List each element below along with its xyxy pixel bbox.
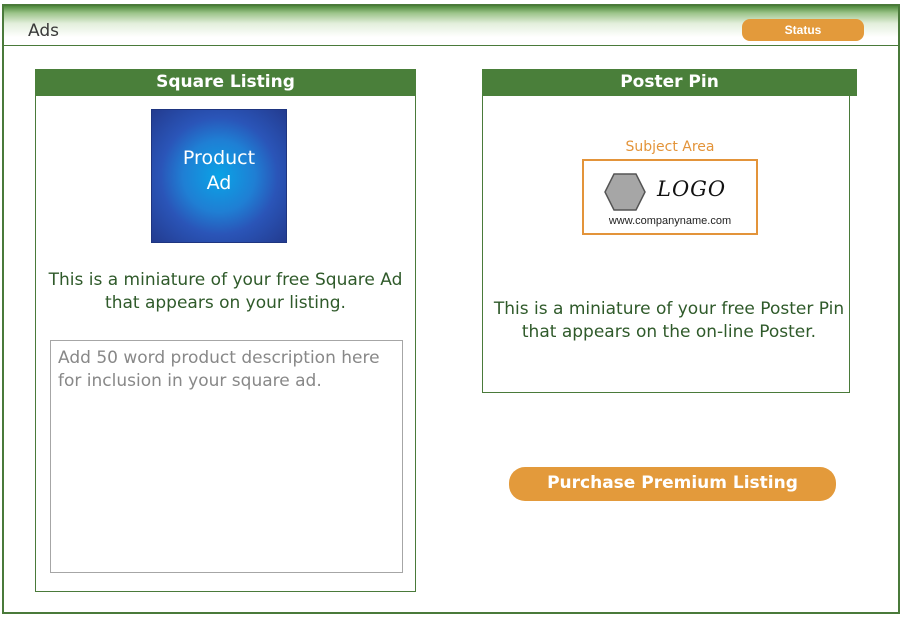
purchase-premium-button[interactable]: Purchase Premium Listing Features (509, 467, 836, 526)
company-url: www.companyname.com (608, 215, 732, 227)
square-listing-panel: Square Listing Product Ad This is a mini… (35, 69, 416, 592)
poster-pin-caption-line2: that appears on the on-line Poster. (521, 322, 817, 342)
product-ad-image: Product Ad (151, 109, 287, 243)
square-ad-caption-line1: This is a miniature of your free Square … (48, 270, 403, 290)
page-title: Ads (28, 21, 59, 41)
square-ad-caption: This is a miniature of your free Square … (36, 269, 415, 315)
poster-pin-preview: LOGO www.companyname.com (582, 159, 758, 235)
square-ad-caption-line2: that appears on your listing. (105, 293, 346, 313)
hexagon-icon (604, 173, 646, 211)
poster-pin-panel: Poster Pin Subject Area LOGO www.company… (482, 69, 857, 393)
logo-text: LOGO (657, 177, 727, 201)
product-description-field[interactable]: Add 50 word product description here for… (50, 340, 403, 573)
poster-pin-title: Poster Pin (482, 69, 857, 96)
square-listing-title: Square Listing (35, 69, 416, 96)
poster-pin-caption-line1: This is a miniature of your free Poster … (493, 299, 845, 319)
product-ad-text-line2: Ad (206, 172, 232, 194)
product-ad-text-line1: Product (182, 147, 256, 169)
status-button[interactable]: Status (742, 19, 864, 41)
subject-area-label: Subject Area (625, 139, 715, 155)
poster-pin-caption: This is a miniature of your free Poster … (483, 298, 855, 344)
product-ad-image-text: Product Ad (152, 146, 286, 196)
ads-header: Ads Status (4, 6, 898, 46)
